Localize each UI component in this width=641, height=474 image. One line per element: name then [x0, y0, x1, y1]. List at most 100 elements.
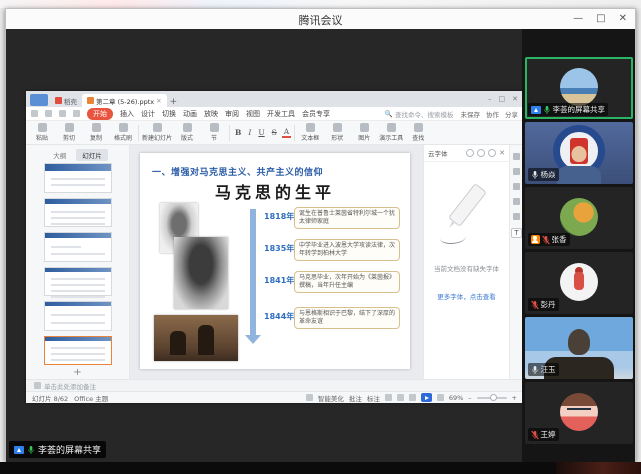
wps-home-icon[interactable]: [30, 94, 48, 106]
menu-view[interactable]: 视图: [246, 109, 260, 119]
slide-panel: 大纲 幻灯片 +: [26, 145, 130, 379]
zoom-out-button[interactable]: –: [468, 394, 471, 402]
text-tool-icon[interactable]: T: [511, 228, 521, 238]
wps-close-button[interactable]: ✕: [512, 95, 518, 103]
menu-member[interactable]: 会员专享: [302, 109, 330, 119]
participant-tile[interactable]: 汪玉: [525, 317, 633, 379]
tab-outline[interactable]: 大纲: [47, 149, 72, 161]
outline-tool-icon[interactable]: [513, 153, 520, 160]
normal-view-icon[interactable]: [385, 394, 392, 401]
fit-window-icon[interactable]: [437, 394, 444, 401]
tab-document[interactable]: 第二章 (5-26).pptx ✕: [82, 94, 167, 107]
menu-animation[interactable]: 动画: [183, 109, 197, 119]
zoom-in-button[interactable]: +: [512, 394, 517, 402]
new-slide-button[interactable]: 新建幻灯片: [142, 123, 172, 142]
style-tool-icon[interactable]: [513, 168, 520, 175]
close-button[interactable]: ✕: [619, 14, 627, 24]
print-icon[interactable]: [45, 110, 52, 117]
italic-button[interactable]: I: [246, 128, 253, 137]
font-color-button[interactable]: A: [282, 127, 291, 138]
beautify-button[interactable]: 智能美化: [318, 393, 344, 403]
cut-button[interactable]: 剪切: [57, 123, 81, 142]
underline-button[interactable]: U: [256, 128, 266, 137]
menu-devtools[interactable]: 开发工具: [267, 109, 295, 119]
present-tools-button[interactable]: 演示工具: [379, 123, 403, 142]
slide-thumbnail[interactable]: [44, 163, 112, 193]
slide-thumbnail[interactable]: [44, 301, 112, 331]
menu-design[interactable]: 设计: [141, 109, 155, 119]
textbox-button[interactable]: 文本框: [298, 123, 322, 142]
strikethrough-button[interactable]: S: [270, 128, 279, 137]
command-search[interactable]: 🔍 查找命令、搜索模板: [385, 109, 454, 119]
redo-icon[interactable]: [73, 110, 80, 117]
copy-button[interactable]: 复制: [84, 123, 108, 142]
current-slide[interactable]: 一、增强对马克思主义、共产主义的信仰 马克思的生平 1818年 诞生在普鲁士莱茵…: [140, 153, 410, 369]
annotate-button[interactable]: 标注: [367, 393, 380, 403]
slide-thumbnail[interactable]: [44, 198, 112, 228]
share-button[interactable]: 分享: [505, 109, 518, 119]
slideshow-play-button[interactable]: [421, 393, 432, 402]
tab-close-icon[interactable]: ✕: [156, 97, 161, 105]
slide-thumbnail[interactable]: [44, 232, 112, 262]
participant-name-row: 彭丹: [528, 298, 559, 311]
panel-close-icon[interactable]: ✕: [499, 149, 505, 157]
theme-name[interactable]: Office 主题: [74, 393, 108, 403]
beautify-icon: [306, 394, 313, 401]
avatar: [560, 198, 598, 236]
wps-maximize-button[interactable]: □: [499, 95, 506, 103]
paste-button[interactable]: 粘贴: [30, 123, 54, 142]
meeting-titlebar: 腾讯会议 — □ ✕: [6, 9, 635, 30]
refresh-icon[interactable]: [466, 149, 474, 157]
animation-tool-icon[interactable]: [513, 198, 520, 205]
pin-icon[interactable]: [488, 149, 496, 157]
menu-home[interactable]: 开始: [87, 108, 113, 120]
participant-tile[interactable]: 张香: [525, 187, 633, 249]
font-panel-link[interactable]: 更多字体，点击查看: [424, 291, 509, 301]
new-tab-button[interactable]: +: [170, 97, 178, 107]
shared-screen-stage: 稻壳 第二章 (5-26).pptx ✕ + – □ ✕: [6, 29, 524, 462]
find-button[interactable]: 查找: [406, 123, 430, 142]
add-slide-button[interactable]: +: [26, 367, 129, 378]
new-slide-icon: [153, 123, 162, 132]
wps-minimize-button[interactable]: –: [488, 95, 492, 103]
notes-bar[interactable]: 单击此处添加备注: [26, 379, 523, 391]
participant-name-row: 李荟的屏幕共享: [528, 103, 609, 116]
comment-button[interactable]: 批注: [349, 393, 362, 403]
participant-tile-sharing[interactable]: 李荟的屏幕共享: [525, 57, 633, 119]
section-icon: [210, 123, 219, 132]
slide-thumbnail[interactable]: [44, 267, 112, 297]
zoom-slider-knob[interactable]: [490, 394, 497, 401]
minimize-button[interactable]: —: [573, 14, 583, 24]
menu-insert[interactable]: 插入: [120, 109, 134, 119]
desktop-wallpaper-fragment: [556, 462, 641, 474]
format-painter-button[interactable]: 格式刷: [111, 123, 135, 142]
section-button[interactable]: 节: [202, 123, 226, 142]
tab-docer[interactable]: 稻壳: [50, 94, 82, 107]
reading-view-icon[interactable]: [409, 394, 416, 401]
slide-thumbnail-selected[interactable]: [44, 336, 112, 366]
material-tool-icon[interactable]: [513, 213, 520, 220]
unsaved-status[interactable]: 未保存: [461, 109, 481, 119]
participant-tile[interactable]: 王婷: [525, 382, 633, 444]
layout-tool-icon[interactable]: [513, 183, 520, 190]
participant-tile[interactable]: 彭丹: [525, 252, 633, 314]
sorter-view-icon[interactable]: [397, 394, 404, 401]
tab-slides[interactable]: 幻灯片: [76, 149, 108, 161]
shapes-button[interactable]: 形状: [325, 123, 349, 142]
layout-button[interactable]: 版式: [175, 123, 199, 142]
save-icon[interactable]: [31, 110, 38, 117]
zoom-slider[interactable]: [477, 397, 507, 399]
menu-transition[interactable]: 切换: [162, 109, 176, 119]
quick-actions: 未保存 协作 分享: [461, 109, 519, 119]
settings-icon[interactable]: [477, 149, 485, 157]
menu-review[interactable]: 审阅: [225, 109, 239, 119]
picture-button[interactable]: 图片: [352, 123, 376, 142]
participant-tile[interactable]: 杨焱: [525, 122, 633, 184]
bold-button[interactable]: B: [233, 128, 243, 137]
menu-slideshow[interactable]: 放映: [204, 109, 218, 119]
maximize-button[interactable]: □: [596, 14, 605, 24]
status-right: 智能美化 批注 标注 69% – +: [306, 393, 517, 403]
undo-icon[interactable]: [59, 110, 66, 117]
mic-on-icon: [531, 365, 539, 375]
collaborate-button[interactable]: 协作: [486, 109, 499, 119]
